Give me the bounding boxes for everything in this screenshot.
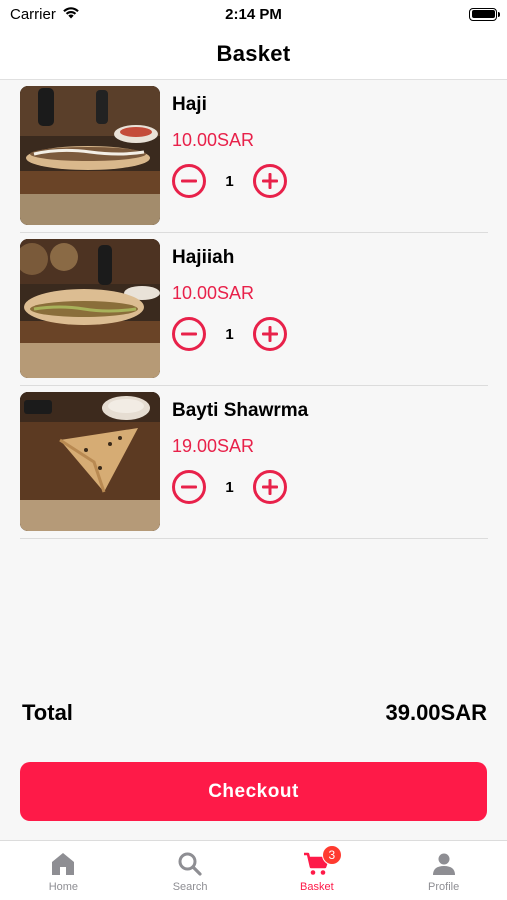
tab-basket[interactable]: 3 Basket bbox=[254, 841, 381, 900]
page-title: Basket bbox=[216, 40, 291, 66]
increase-quantity-button[interactable] bbox=[253, 470, 287, 504]
tab-label: Basket bbox=[300, 881, 334, 893]
item-price: 10.00SAR bbox=[172, 130, 255, 150]
tab-label: Profile bbox=[428, 881, 460, 893]
basket-item: Bayti Shawrma 19.00SAR 1 bbox=[20, 386, 488, 539]
tab-label: Home bbox=[48, 881, 79, 893]
increase-quantity-button[interactable] bbox=[253, 317, 287, 351]
item-price: 10.00SAR bbox=[172, 283, 255, 303]
item-info: Bayti Shawrma 19.00SAR 1 bbox=[172, 392, 308, 504]
status-left: Carrier bbox=[10, 6, 80, 23]
quantity-value: 1 bbox=[225, 172, 234, 190]
item-info: Haji 10.00SAR 1 bbox=[172, 86, 287, 198]
decrease-quantity-button[interactable] bbox=[172, 317, 206, 351]
carrier-label: Carrier bbox=[10, 5, 56, 23]
nav-bar: Basket bbox=[0, 28, 507, 80]
total-label: Total bbox=[22, 700, 73, 725]
quantity-value: 1 bbox=[225, 325, 234, 343]
profile-icon bbox=[430, 850, 458, 878]
total-value: 39.00SAR bbox=[385, 700, 487, 725]
sandwich-photo bbox=[20, 86, 160, 225]
shawarma-photo bbox=[20, 392, 160, 531]
basket-list: Haji 10.00SAR 1 Hajiiah 10.00SAR 1 Bayti… bbox=[20, 80, 488, 539]
basket-item: Hajiiah 10.00SAR 1 bbox=[20, 233, 488, 386]
item-price: 19.00SAR bbox=[172, 436, 255, 456]
item-name: Bayti Shawrma bbox=[172, 400, 309, 421]
tab-search[interactable]: Search bbox=[127, 841, 254, 900]
status-bar: Carrier 2:14 PM bbox=[0, 0, 507, 28]
cart-badge: 3 bbox=[321, 845, 342, 865]
tab-profile[interactable]: Profile bbox=[380, 841, 507, 900]
item-name: Hajiiah bbox=[172, 247, 235, 268]
wifi-icon bbox=[62, 6, 80, 23]
quantity-value: 1 bbox=[225, 478, 234, 496]
tab-label: Search bbox=[172, 881, 208, 893]
quantity-stepper: 1 bbox=[172, 470, 308, 504]
checkout-button[interactable]: Checkout bbox=[20, 762, 487, 821]
total-row: Total 39.00SAR bbox=[22, 700, 487, 726]
quantity-stepper: 1 bbox=[172, 164, 287, 198]
tab-home[interactable]: Home bbox=[0, 841, 127, 900]
tab-bar: Home Search 3 Basket Profile bbox=[0, 840, 507, 900]
battery-icon bbox=[469, 7, 500, 21]
item-info: Hajiiah 10.00SAR 1 bbox=[172, 239, 287, 351]
decrease-quantity-button[interactable] bbox=[172, 164, 206, 198]
quantity-stepper: 1 bbox=[172, 317, 287, 351]
increase-quantity-button[interactable] bbox=[253, 164, 287, 198]
sandwich-photo bbox=[20, 239, 160, 378]
search-icon bbox=[176, 850, 204, 878]
decrease-quantity-button[interactable] bbox=[172, 470, 206, 504]
basket-item: Haji 10.00SAR 1 bbox=[20, 80, 488, 233]
home-icon bbox=[49, 850, 77, 878]
item-name: Haji bbox=[172, 94, 207, 115]
cart-icon: 3 bbox=[303, 845, 342, 878]
